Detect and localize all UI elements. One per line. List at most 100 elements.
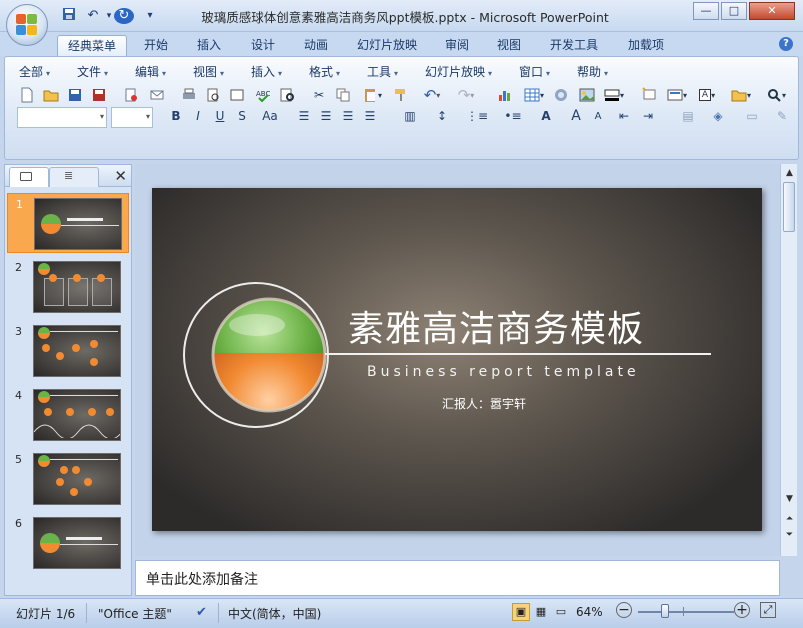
insert-table-icon[interactable]: ▾ [519,85,549,105]
shrink-font-button[interactable]: A [589,107,607,126]
font-color-button[interactable]: A [535,107,557,126]
research-icon[interactable] [277,85,297,105]
slide-icon[interactable] [227,85,247,105]
clipart-icon[interactable] [551,85,571,105]
next-slide-icon[interactable]: ⏷ [782,528,797,543]
tab-classic-menu[interactable]: 经典菜单 [57,35,128,56]
zoom-level[interactable]: 64% [576,605,603,619]
print-preview-icon[interactable] [203,85,223,105]
fill-color-icon[interactable]: ▾ [599,85,629,105]
copy-icon[interactable] [333,85,353,105]
font-name-select[interactable]: ▾ [17,107,107,128]
shapes-icon[interactable]: ◈ [705,107,731,126]
new-document-icon[interactable] [17,85,37,105]
slide-canvas[interactable]: 素雅高洁商务模板 Business report template 汇报人：嚣宇… [152,188,762,531]
normal-view-icon[interactable]: ▣ [512,603,530,621]
format-painter-icon[interactable] [391,85,411,105]
decrease-indent-icon[interactable]: ⇤ [615,107,633,126]
grow-font-button[interactable]: A [567,107,585,126]
italic-button[interactable]: I [189,107,207,126]
menu-format[interactable]: 格式 ▾ [309,63,340,80]
undo-icon[interactable]: ↶ ▾ [417,85,447,105]
help-icon[interactable]: ? [779,37,793,51]
zoom-in-icon[interactable]: + [734,602,750,618]
email-icon[interactable] [147,85,167,105]
slide-thumbnail-2[interactable]: 2 [7,257,129,317]
menu-window[interactable]: 窗口 ▾ [519,63,550,80]
tab-add-ins[interactable]: 加载项 [618,35,674,56]
tab-view[interactable]: 视图 [487,35,531,56]
paste-icon[interactable]: ▾ [357,85,387,105]
layout-icon[interactable]: ▾ [663,85,691,105]
folder-icon[interactable]: ▾ [727,85,755,105]
slide-reporter[interactable]: 汇报人：嚣宇轩 [442,395,526,412]
slides-tab[interactable] [9,167,49,187]
close-button[interactable]: ✕ [749,2,795,20]
zoom-slider-thumb[interactable] [661,604,669,618]
permission-icon[interactable] [117,85,145,105]
open-folder-icon[interactable] [41,85,61,105]
notes-pane[interactable]: 单击此处添加备注 [135,560,780,596]
zoom-slider-track[interactable] [638,611,734,613]
bold-button[interactable]: B [167,107,185,126]
tab-developer[interactable]: 开发工具 [540,35,608,56]
save-icon[interactable] [60,7,78,25]
tab-design[interactable]: 设计 [241,35,285,56]
tab-insert[interactable]: 插入 [187,35,231,56]
align-left-icon[interactable]: ☰ [295,107,313,126]
scroll-up-icon[interactable]: ▲ [782,166,797,181]
textbox-icon[interactable]: A ▾ [695,85,719,105]
maximize-button[interactable]: □ [721,2,747,20]
slide-thumbnail-3[interactable]: 3 [7,321,129,381]
menu-help[interactable]: 帮助 ▾ [577,63,608,80]
change-case-button[interactable]: Aa [257,107,283,126]
slide-sorter-view-icon[interactable]: ▦ [532,603,550,621]
customize-quick-access[interactable]: ▾ [144,7,156,25]
slide-editor[interactable]: 素雅高洁商务模板 Business report template 汇报人：嚣宇… [135,164,780,556]
redo-icon[interactable]: ↷ ▾ [451,85,481,105]
bullet-list-icon[interactable]: •≡ [499,107,527,126]
slide-title[interactable]: 素雅高洁商务模板 [348,300,644,352]
save-as-icon[interactable] [89,85,109,105]
menu-edit[interactable]: 编辑 ▾ [135,63,166,80]
new-slide-icon[interactable] [639,85,659,105]
numbered-list-icon[interactable]: ⋮≡ [463,107,491,126]
increase-indent-icon[interactable]: ⇥ [639,107,657,126]
slide-thumbnail-1[interactable]: 1 [7,193,129,253]
save-icon[interactable] [65,85,85,105]
picture-icon[interactable] [577,85,597,105]
menu-view[interactable]: 视图 ▾ [193,63,224,80]
cut-icon[interactable]: ✂ [309,85,329,105]
menu-tools[interactable]: 工具 ▾ [367,63,398,80]
tab-home[interactable]: 开始 [134,35,178,56]
print-icon[interactable] [179,85,199,105]
arrange-icon[interactable]: ▤ [675,107,701,126]
previous-slide-icon[interactable]: ⏶ [782,512,797,527]
menu-insert[interactable]: 插入 ▾ [251,63,282,80]
slide-thumbnail-6[interactable]: 6 [7,513,129,573]
undo-icon[interactable]: ↶ [82,7,104,25]
justify-icon[interactable]: ☰ [361,107,379,126]
insert-chart-icon[interactable] [495,85,515,105]
menu-file[interactable]: 文件 ▾ [77,63,108,80]
spelling-icon[interactable]: ABC [253,85,273,105]
shape-outline-icon[interactable]: ✎ [769,107,795,126]
scroll-down-icon[interactable]: ▼ [782,492,797,507]
align-right-icon[interactable]: ☰ [339,107,357,126]
scroll-thumb[interactable] [783,182,795,232]
outline-tab[interactable]: ≣ [49,167,99,187]
tab-review[interactable]: 审阅 [435,35,479,56]
zoom-out-icon[interactable]: − [616,602,632,618]
tab-slide-show[interactable]: 幻灯片放映 [347,35,427,56]
slide-thumbnail-5[interactable]: 5 [7,449,129,509]
redo-icon[interactable]: ↻ [114,8,134,24]
spellcheck-icon[interactable]: ✔ [196,605,207,620]
find-icon[interactable]: ▾ [761,85,791,105]
close-pane-icon[interactable]: ✕ [114,167,127,185]
minimize-button[interactable]: — [693,2,719,20]
columns-icon[interactable]: ▥ [397,107,423,126]
align-center-icon[interactable]: ☰ [317,107,335,126]
vertical-scrollbar[interactable]: ▲ ▼ ⏶ ⏷ [780,164,797,556]
slide-subtitle[interactable]: Business report template [367,364,640,380]
font-size-select[interactable]: ▾ [111,107,153,128]
